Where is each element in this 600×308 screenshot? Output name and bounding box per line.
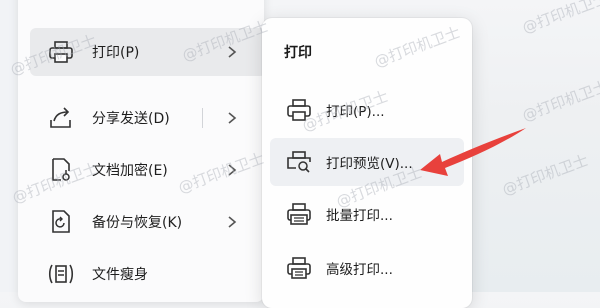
menu-item-label: 文件瘦身 [92, 267, 148, 283]
backup-icon [44, 207, 78, 237]
slim-icon [44, 259, 78, 289]
background-panel [0, 0, 19, 292]
print-preview-icon [284, 147, 314, 177]
menu-item-share[interactable]: 分享发送(D) [30, 94, 268, 142]
file-menu: 打印(P) 分享发送(D) 文档加密(E) 备份与恢复(K) 文件瘦身 [18, 0, 266, 302]
submenu-item-advanced-print[interactable]: 高级打印... [270, 244, 464, 292]
menu-item-label: 文档加密(E) [92, 163, 168, 179]
encrypt-icon [44, 155, 78, 185]
menu-item-print[interactable]: 打印(P) [30, 28, 266, 76]
menu-item-backup[interactable]: 备份与恢复(K) [30, 198, 268, 246]
chevron-right-icon [224, 212, 240, 232]
watermark: @打印机卫士 [519, 77, 600, 125]
submenu-item-label: 打印(P)... [326, 104, 385, 120]
submenu-title: 打印 [284, 45, 312, 61]
submenu-item-label: 批量打印... [326, 208, 393, 224]
menu-item-file-slim[interactable]: 文件瘦身 [30, 250, 268, 298]
printer-icon [284, 95, 314, 125]
menu-item-label: 备份与恢复(K) [92, 215, 183, 231]
red-arrow-icon [420, 128, 526, 176]
chevron-right-icon [224, 42, 240, 62]
submenu-item-batch-print[interactable]: 批量打印... [270, 190, 464, 238]
printer-icon [44, 37, 78, 67]
chevron-right-icon[interactable] [224, 108, 240, 128]
share-icon [44, 103, 78, 133]
menu-item-label: 打印(P) [92, 45, 140, 61]
submenu-item-label: 高级打印... [326, 262, 393, 278]
menu-item-label: 分享发送(D) [92, 111, 170, 127]
chevron-right-icon [224, 160, 240, 180]
watermark: @打印机卫士 [519, 0, 600, 37]
submenu-item-label: 打印预览(V)... [326, 156, 413, 172]
batch-print-icon [284, 199, 314, 229]
advanced-print-icon [284, 253, 314, 283]
divider [202, 108, 203, 128]
menu-item-encrypt[interactable]: 文档加密(E) [30, 146, 268, 194]
